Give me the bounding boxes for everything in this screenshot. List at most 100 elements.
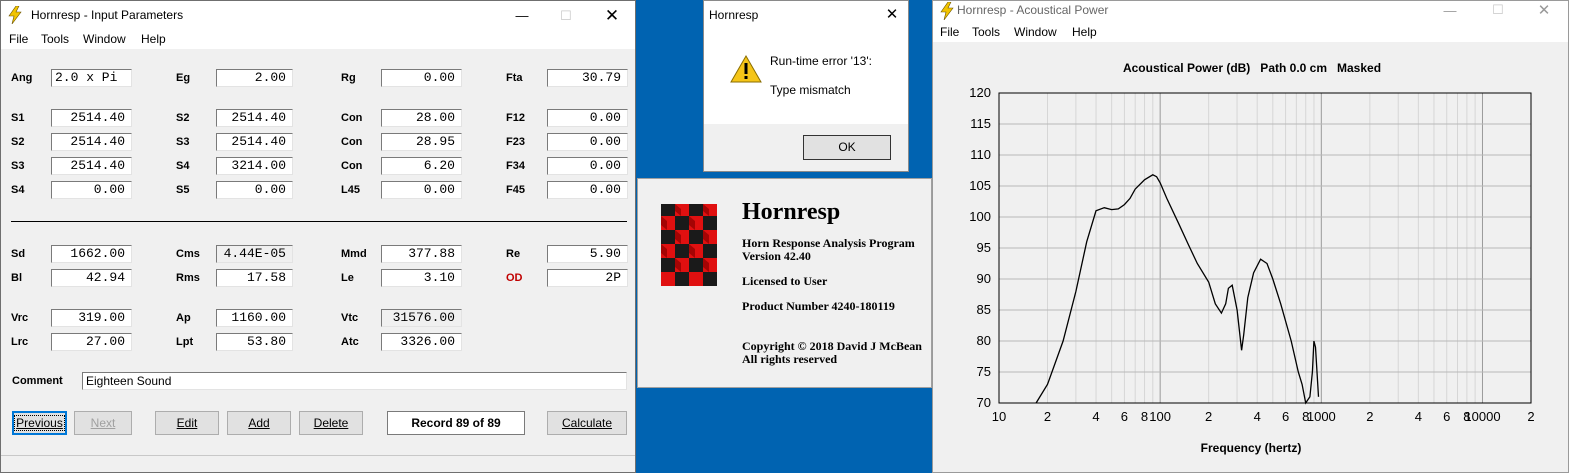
param-field-bl[interactable]: 42.94 (51, 269, 132, 287)
param-label-vrc: Vrc (11, 312, 29, 324)
delete-button[interactable]: Delete (299, 411, 363, 435)
param-field-f34[interactable]: 0.00 (547, 157, 628, 175)
param-field-s2[interactable]: 2514.40 (51, 133, 132, 151)
previous-button[interactable]: Previous (12, 411, 67, 435)
edit-button[interactable]: Edit (155, 411, 219, 435)
param-field-s1[interactable]: 2514.40 (51, 109, 132, 127)
x-tick-label: 8 (1141, 409, 1148, 424)
record-indicator: Record 89 of 89 (387, 411, 525, 435)
y-tick-label: 110 (970, 147, 991, 162)
param-field-s3[interactable]: 2514.40 (216, 133, 293, 151)
hornresp-cube-logo (661, 204, 717, 286)
comment-field[interactable]: Eighteen Sound (82, 372, 627, 390)
error-dialog-close-button[interactable]: ✕ (878, 3, 906, 27)
y-tick-label: 105 (969, 178, 991, 193)
param-label-f34: F34 (506, 160, 525, 172)
param-field-fta[interactable]: 30.79 (547, 69, 628, 87)
param-field-lrc[interactable]: 27.00 (51, 333, 132, 351)
menu-tools[interactable]: Tools (41, 32, 69, 46)
ok-button[interactable]: OK (803, 135, 891, 160)
error-dialog: Hornresp ✕ Run-time error '13': Type mis… (703, 0, 909, 172)
x-tick-label: 6 (1121, 409, 1128, 424)
param-label-eg: Eg (176, 72, 191, 84)
minimize-button[interactable]: — (499, 1, 545, 30)
splash-rights: All rights reserved (742, 352, 838, 366)
param-field-atc[interactable]: 3326.00 (381, 333, 462, 351)
param-label-con: Con (341, 160, 363, 172)
param-field-re[interactable]: 5.90 (547, 245, 628, 263)
param-field-ang[interactable]: 2.0 x Pi (51, 69, 132, 87)
param-field-s5[interactable]: 0.00 (216, 181, 293, 199)
menu-help[interactable]: Help (141, 32, 166, 46)
splash-title: Hornresp (742, 199, 841, 225)
param-label-s4: S4 (11, 184, 25, 196)
param-field-ap[interactable]: 1160.00 (216, 309, 293, 327)
calculate-button[interactable]: Calculate (547, 411, 627, 435)
warning-icon (730, 55, 762, 83)
param-field-sd[interactable]: 1662.00 (51, 245, 132, 263)
param-field-vrc[interactable]: 319.00 (51, 309, 132, 327)
param-field-rg[interactable]: 0.00 (381, 69, 462, 87)
param-label-ang: Ang (11, 72, 33, 84)
close-button[interactable]: ✕ (589, 1, 635, 30)
param-field-eg[interactable]: 2.00 (216, 69, 293, 87)
x-tick-label: 6 (1282, 409, 1289, 424)
power-minimize-button[interactable]: — (1427, 1, 1473, 19)
param-field-f45[interactable]: 0.00 (547, 181, 628, 199)
menu-help[interactable]: Help (1072, 25, 1097, 39)
input-window-titlebar[interactable]: Hornresp - Input Parameters — ☐ ✕ (1, 1, 635, 30)
param-field-s4[interactable]: 0.00 (51, 181, 132, 199)
param-field-s2[interactable]: 2514.40 (216, 109, 293, 127)
param-field-con[interactable]: 28.95 (381, 133, 462, 151)
error-dialog-title: Hornresp (709, 8, 759, 22)
param-field-s4[interactable]: 3214.00 (216, 157, 293, 175)
y-tick-label: 90 (977, 271, 991, 286)
splash-licensed: Licensed to User (742, 274, 828, 288)
y-tick-label: 100 (969, 209, 991, 224)
y-tick-label: 70 (977, 395, 991, 410)
splash-version: Version 42.40 (742, 249, 811, 263)
param-field-con[interactable]: 28.00 (381, 109, 462, 127)
param-label-f23: F23 (506, 136, 525, 148)
power-close-button[interactable]: ✕ (1521, 1, 1567, 19)
chart-title: Acoustical Power (dB) Path 0.0 cm Masked (1123, 61, 1381, 75)
param-label-f12: F12 (506, 112, 525, 124)
param-field-vtc[interactable]: 31576.00 (381, 309, 462, 327)
menu-window[interactable]: Window (1014, 25, 1057, 39)
param-label-rms: Rms (176, 272, 200, 284)
menu-file[interactable]: File (9, 32, 28, 46)
power-maximize-button[interactable]: ☐ (1475, 1, 1521, 19)
param-label-vtc: Vtc (341, 312, 359, 324)
param-field-f23[interactable]: 0.00 (547, 133, 628, 151)
acoustical-power-curve (1036, 175, 1334, 403)
param-field-mmd[interactable]: 377.88 (381, 245, 462, 263)
param-field-cms[interactable]: 4.44E-05 (216, 245, 293, 263)
input-window-title: Hornresp - Input Parameters (31, 8, 184, 22)
param-field-s3[interactable]: 2514.40 (51, 157, 132, 175)
param-field-od[interactable]: 2P (547, 269, 628, 287)
menu-tools[interactable]: Tools (972, 25, 1000, 39)
param-field-con[interactable]: 6.20 (381, 157, 462, 175)
power-window-titlebar[interactable]: Hornresp - Acoustical Power — ☐ ✕ (933, 1, 1568, 23)
param-label-cms: Cms (176, 248, 200, 260)
menu-window[interactable]: Window (83, 32, 126, 46)
y-tick-label: 95 (977, 240, 991, 255)
param-field-f12[interactable]: 0.00 (547, 109, 628, 127)
param-field-lpt[interactable]: 53.80 (216, 333, 293, 351)
acoustical-power-window: Hornresp - Acoustical Power — ☐ ✕ File T… (932, 0, 1569, 473)
x-tick-label: 4 (1092, 409, 1099, 424)
param-field-l45[interactable]: 0.00 (381, 181, 462, 199)
param-label-rg: Rg (341, 72, 356, 84)
next-button[interactable]: Next (74, 411, 132, 435)
maximize-button[interactable]: ☐ (543, 1, 589, 30)
add-button[interactable]: Add (227, 411, 291, 435)
menu-file[interactable]: File (940, 25, 959, 39)
y-tick-label: 75 (977, 364, 991, 379)
power-window-title: Hornresp - Acoustical Power (957, 3, 1109, 17)
param-field-le[interactable]: 3.10 (381, 269, 462, 287)
param-label-ap: Ap (176, 312, 191, 324)
param-field-rms[interactable]: 17.58 (216, 269, 293, 287)
y-tick-label: 80 (977, 333, 991, 348)
power-window-menubar: File Tools Window Help (933, 23, 1568, 42)
hornresp-lightning-icon (8, 6, 22, 24)
